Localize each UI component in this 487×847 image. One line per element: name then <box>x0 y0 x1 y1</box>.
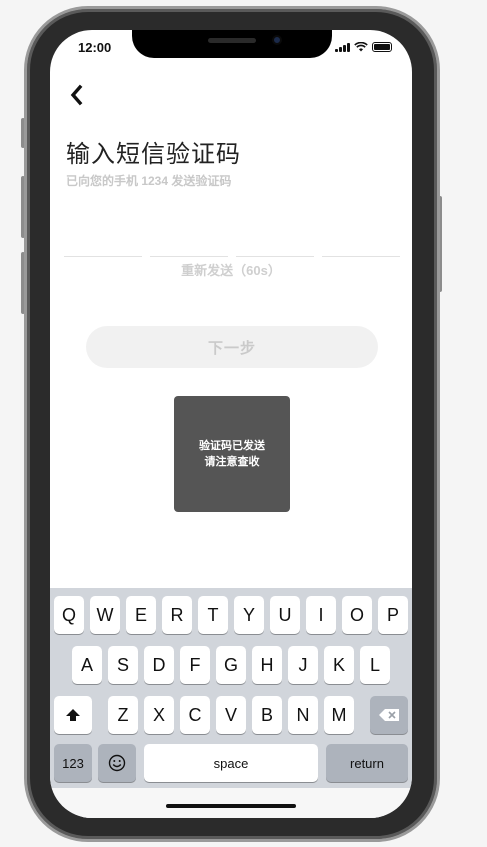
key-n[interactable]: N <box>288 696 318 734</box>
next-step-button[interactable]: 下一步 <box>86 326 378 368</box>
phone-screen: 12:00 输入短信验证码 已向您的手机 1234 发送验证码 重新发送（60s… <box>50 30 412 818</box>
key-e[interactable]: E <box>126 596 156 634</box>
code-input-group[interactable] <box>64 235 400 257</box>
shift-key[interactable] <box>54 696 92 734</box>
key-o[interactable]: O <box>342 596 372 634</box>
key-k[interactable]: K <box>324 646 354 684</box>
key-d[interactable]: D <box>144 646 174 684</box>
key-z[interactable]: Z <box>108 696 138 734</box>
resend-countdown: 重新发送（60s） <box>181 263 281 278</box>
toast-message: 验证码已发送 请注意查收 <box>174 396 290 512</box>
key-h[interactable]: H <box>252 646 282 684</box>
key-t[interactable]: T <box>198 596 228 634</box>
speaker <box>208 38 256 43</box>
key-u[interactable]: U <box>270 596 300 634</box>
code-digit-2[interactable] <box>150 235 228 257</box>
battery-icon <box>372 42 392 52</box>
code-digit-1[interactable] <box>64 235 142 257</box>
key-a[interactable]: A <box>72 646 102 684</box>
numbers-key[interactable]: 123 <box>54 744 92 782</box>
back-arrow-icon[interactable] <box>66 82 90 108</box>
camera <box>272 35 282 45</box>
status-time: 12:00 <box>78 40 112 55</box>
key-b[interactable]: B <box>252 696 282 734</box>
keyboard-bottom-area <box>50 788 412 818</box>
key-s[interactable]: S <box>108 646 138 684</box>
key-v[interactable]: V <box>216 696 246 734</box>
key-j[interactable]: J <box>288 646 318 684</box>
signal-icon <box>335 42 350 52</box>
emoji-icon <box>108 754 126 772</box>
toast-line-2: 请注意查收 <box>204 456 260 468</box>
space-key[interactable]: space <box>144 744 318 782</box>
key-f[interactable]: F <box>180 646 210 684</box>
key-y[interactable]: Y <box>234 596 264 634</box>
page-subtitle: 已向您的手机 1234 发送验证码 <box>66 174 232 188</box>
status-icons <box>335 42 392 52</box>
key-l[interactable]: L <box>360 646 390 684</box>
key-r[interactable]: R <box>162 596 192 634</box>
notch <box>132 30 332 58</box>
emoji-key[interactable] <box>98 744 136 782</box>
page-title: 输入短信验证码 <box>66 141 241 168</box>
key-i[interactable]: I <box>306 596 336 634</box>
code-digit-3[interactable] <box>236 235 314 257</box>
backspace-icon <box>379 709 399 721</box>
wifi-icon <box>354 42 368 52</box>
shift-arrow-icon <box>66 709 80 721</box>
key-c[interactable]: C <box>180 696 210 734</box>
key-g[interactable]: G <box>216 646 246 684</box>
key-w[interactable]: W <box>90 596 120 634</box>
key-x[interactable]: X <box>144 696 174 734</box>
key-p[interactable]: P <box>378 596 408 634</box>
keyboard: Q W E R T Y U I O P A S D F G H J K L Z … <box>50 588 412 818</box>
home-indicator[interactable] <box>166 804 296 808</box>
toast-line-1: 验证码已发送 <box>199 440 265 452</box>
return-key[interactable]: return <box>326 744 408 782</box>
delete-key[interactable] <box>370 696 408 734</box>
key-q[interactable]: Q <box>54 596 84 634</box>
code-digit-4[interactable] <box>322 235 400 257</box>
key-m[interactable]: M <box>324 696 354 734</box>
